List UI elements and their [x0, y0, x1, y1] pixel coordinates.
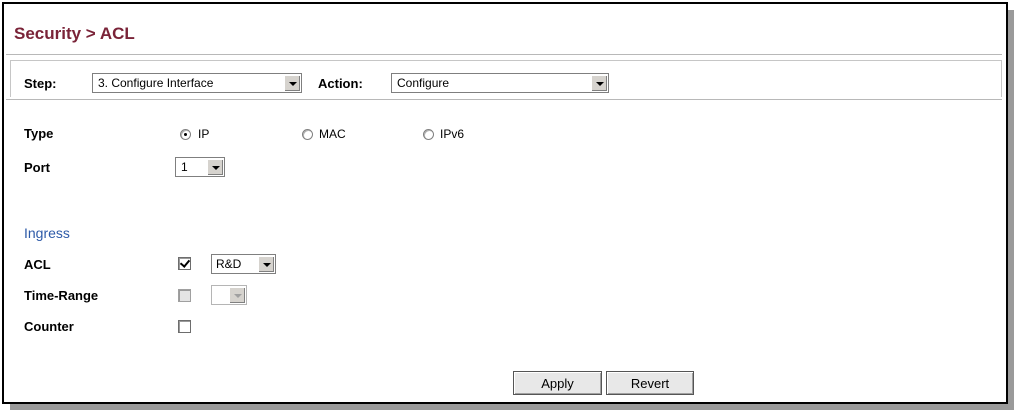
port-label: Port — [24, 160, 50, 175]
type-label: Type — [24, 126, 54, 141]
acl-label: ACL — [24, 257, 51, 272]
page-title: Security > ACL — [14, 24, 135, 43]
time-range-select[interactable] — [211, 285, 247, 305]
type-ip-radio[interactable] — [180, 129, 191, 140]
step-select-value: 3. Configure Interface — [98, 76, 214, 90]
chevron-down-icon[interactable] — [591, 75, 607, 91]
time-range-label: Time-Range — [24, 288, 99, 303]
action-label: Action: — [318, 76, 363, 91]
type-mac-label: MAC — [319, 127, 346, 141]
type-ip-label: IP — [198, 127, 210, 141]
acl-checkbox[interactable] — [178, 257, 191, 270]
title-divider — [6, 54, 1002, 55]
acl-select-value: R&D — [216, 257, 242, 271]
step-bar-divider — [6, 99, 1002, 100]
type-mac-radio[interactable] — [302, 129, 313, 140]
chevron-down-icon[interactable] — [258, 256, 274, 272]
frame-shadow-bottom — [10, 404, 1014, 410]
acl-select[interactable]: R&D — [211, 254, 276, 274]
time-range-checkbox[interactable] — [178, 289, 191, 302]
port-select[interactable]: 1 — [175, 157, 225, 177]
counter-checkbox[interactable] — [178, 320, 191, 333]
ingress-heading: Ingress — [24, 225, 70, 241]
action-select-value: Configure — [397, 76, 450, 90]
port-select-value: 1 — [181, 160, 188, 174]
type-ipv6-label: IPv6 — [440, 127, 465, 141]
revert-button[interactable]: Revert — [606, 371, 694, 395]
chevron-down-icon[interactable] — [229, 287, 245, 303]
action-select[interactable]: Configure — [391, 73, 609, 93]
apply-button[interactable]: Apply — [513, 371, 602, 395]
chevron-down-icon[interactable] — [284, 75, 300, 91]
type-ipv6-radio[interactable] — [423, 129, 434, 140]
chevron-down-icon[interactable] — [207, 159, 223, 175]
step-label: Step: — [24, 76, 57, 91]
counter-label: Counter — [24, 319, 74, 334]
step-select[interactable]: 3. Configure Interface — [92, 73, 302, 93]
frame-shadow-right — [1008, 10, 1014, 410]
